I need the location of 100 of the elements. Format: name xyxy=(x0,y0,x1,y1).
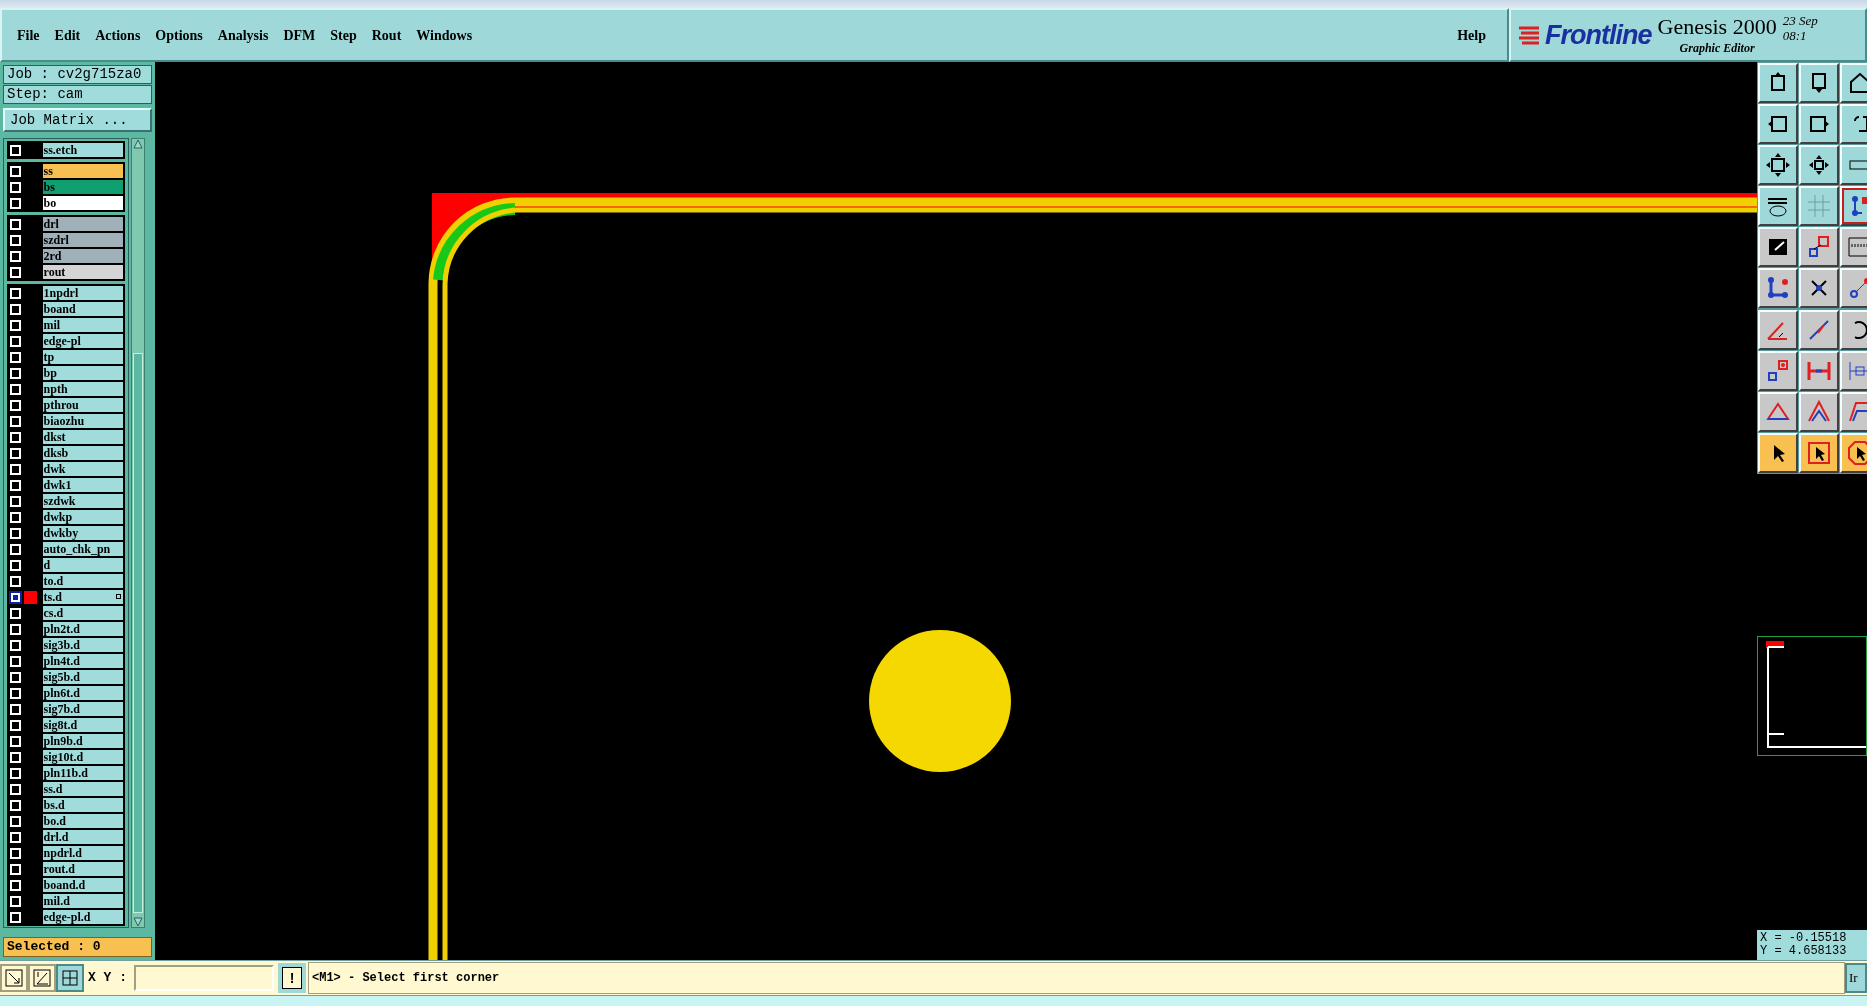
scroll-up-icon[interactable] xyxy=(132,139,144,151)
tool-button[interactable] xyxy=(1758,391,1798,432)
layer-checkbox[interactable] xyxy=(9,510,22,524)
layer-name[interactable]: auto_chk_pn xyxy=(42,542,123,556)
layer-checkbox[interactable] xyxy=(9,574,22,588)
layer-checkbox[interactable] xyxy=(9,558,22,572)
help-menu[interactable]: Help xyxy=(1450,24,1493,46)
tool-button[interactable] xyxy=(1799,145,1839,186)
menu-item[interactable]: Rout xyxy=(364,22,409,48)
layer-name[interactable]: bo xyxy=(42,196,123,210)
graphics-canvas[interactable] xyxy=(155,62,1757,960)
layer-name[interactable]: biaozhu xyxy=(42,414,123,428)
menu-item[interactable]: File xyxy=(10,22,47,48)
layer-checkbox[interactable] xyxy=(9,894,22,908)
layer-checkbox[interactable] xyxy=(9,398,22,412)
menu-item[interactable]: Analysis xyxy=(210,22,276,48)
layer-checkbox[interactable] xyxy=(9,180,22,194)
layer-checkbox[interactable] xyxy=(9,734,22,748)
tool-button[interactable] xyxy=(1758,227,1798,268)
menu-item[interactable]: Options xyxy=(148,22,210,48)
tool-button[interactable] xyxy=(1758,350,1798,391)
layer-checkbox[interactable] xyxy=(9,654,22,668)
layer-name[interactable]: rout.d xyxy=(42,862,123,876)
layer-name[interactable]: edge-pl xyxy=(42,334,123,348)
tool-button[interactable] xyxy=(1758,268,1798,309)
layer-checkbox[interactable] xyxy=(9,910,22,924)
scroll-down-icon[interactable] xyxy=(132,915,144,927)
layer-checkbox[interactable] xyxy=(9,334,22,348)
layer-checkbox[interactable] xyxy=(9,862,22,876)
layer-name[interactable]: dwk xyxy=(42,462,123,476)
layer-checkbox[interactable] xyxy=(9,638,22,652)
layer-name[interactable]: bo.d xyxy=(42,814,123,828)
layer-name[interactable]: ts.d xyxy=(42,590,123,604)
menu-item[interactable]: DFM xyxy=(276,22,323,48)
layer-name[interactable]: cs.d xyxy=(42,606,123,620)
tool-button[interactable] xyxy=(1758,145,1798,186)
tool-button[interactable] xyxy=(1758,432,1798,473)
layer-name[interactable]: rout xyxy=(42,265,123,279)
layer-checkbox[interactable] xyxy=(9,196,22,210)
alert-button[interactable]: ! xyxy=(282,967,302,989)
tool-button[interactable] xyxy=(1799,63,1839,103)
layer-name[interactable]: ss.d xyxy=(42,782,123,796)
layer-checkbox[interactable] xyxy=(9,622,22,636)
zoom-button[interactable] xyxy=(0,964,28,992)
tool-button[interactable] xyxy=(1758,309,1798,350)
tool-button[interactable] xyxy=(1799,309,1839,350)
layer-checkbox[interactable] xyxy=(9,878,22,892)
layer-name[interactable]: pln4t.d xyxy=(42,654,123,668)
layer-name[interactable]: pln11b.d xyxy=(42,766,123,780)
tool-button[interactable] xyxy=(1758,104,1798,145)
layer-name[interactable]: npdrl.d xyxy=(42,846,123,860)
layer-checkbox[interactable] xyxy=(9,718,22,732)
tool-button[interactable] xyxy=(1799,268,1839,309)
layer-checkbox[interactable] xyxy=(9,233,22,247)
layer-checkbox[interactable] xyxy=(9,782,22,796)
layer-name[interactable]: boand.d xyxy=(42,878,123,892)
layer-checkbox[interactable] xyxy=(9,814,22,828)
side-button[interactable]: Ir xyxy=(1845,963,1867,993)
scrollbar[interactable] xyxy=(131,138,145,928)
tool-button[interactable] xyxy=(1799,227,1839,268)
layer-checkbox[interactable] xyxy=(9,143,22,157)
scroll-thumb[interactable] xyxy=(133,353,143,913)
layer-checkbox[interactable] xyxy=(9,286,22,300)
tool-button[interactable] xyxy=(1799,350,1839,391)
tool-button[interactable] xyxy=(1799,391,1839,432)
layer-name[interactable]: dwkp xyxy=(42,510,123,524)
layer-name[interactable]: pln2t.d xyxy=(42,622,123,636)
layer-name[interactable]: ss xyxy=(42,164,123,178)
layer-checkbox[interactable] xyxy=(9,542,22,556)
layer-name[interactable]: szdwk xyxy=(42,494,123,508)
layer-checkbox[interactable] xyxy=(9,670,22,684)
layer-checkbox[interactable] xyxy=(9,414,22,428)
layer-checkbox[interactable] xyxy=(9,318,22,332)
layer-checkbox[interactable] xyxy=(9,382,22,396)
job-matrix-button[interactable]: Job Matrix ... xyxy=(3,108,152,132)
layer-name[interactable]: bs.d xyxy=(42,798,123,812)
layer-name[interactable]: tp xyxy=(42,350,123,364)
layer-checkbox[interactable] xyxy=(9,686,22,700)
layer-checkbox[interactable] xyxy=(9,590,22,604)
layer-name[interactable]: pln6t.d xyxy=(42,686,123,700)
layer-name[interactable]: edge-pl.d xyxy=(42,910,123,924)
layer-checkbox[interactable] xyxy=(9,478,22,492)
layer-name[interactable]: dksb xyxy=(42,446,123,460)
tool-button[interactable] xyxy=(1799,104,1839,145)
snap-button[interactable] xyxy=(28,964,56,992)
tool-button[interactable] xyxy=(1799,186,1839,227)
layer-name[interactable]: drl.d xyxy=(42,830,123,844)
tool-button[interactable] xyxy=(1758,63,1798,103)
menu-item[interactable]: Edit xyxy=(47,22,88,48)
layer-name[interactable]: 1npdrl xyxy=(42,286,123,300)
menu-item[interactable]: Actions xyxy=(88,22,148,48)
layer-name[interactable]: sig8t.d xyxy=(42,718,123,732)
layer-checkbox[interactable] xyxy=(9,462,22,476)
layer-name[interactable]: dwkby xyxy=(42,526,123,540)
layer-checkbox[interactable] xyxy=(9,494,22,508)
layer-name[interactable]: bp xyxy=(42,366,123,380)
menu-item[interactable]: Step xyxy=(323,22,364,48)
layer-name[interactable]: mil xyxy=(42,318,123,332)
layer-name[interactable]: sig3b.d xyxy=(42,638,123,652)
layer-checkbox[interactable] xyxy=(9,766,22,780)
